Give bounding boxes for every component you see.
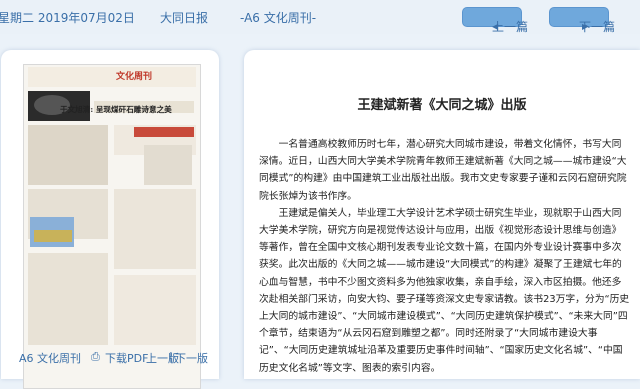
page-panel: 文化周刊 于文旭清: 呈现煤矸石雕诗意之美 A6 文化周刊 ⎙ 下载PDF 上一…: [1, 50, 219, 389]
article-paragraph: 一名普通高校教师历时七年，潜心研究大同城市建设，带着文化情怀，书写大同深情。近日…: [259, 139, 627, 202]
page-footer-links: A6 文化周刊 ⎙ 下载PDF 上一版 | 下一版: [1, 348, 219, 368]
issue-date: 星期二 2019年07月02日: [0, 11, 135, 25]
next-page-link[interactable]: 下一版: [175, 350, 208, 366]
link-separator: |: [169, 350, 173, 363]
article-body: 一名普通高校教师历时七年，潜心研究大同城市建设，带着文化情怀，书写大同深情。近日…: [259, 136, 631, 377]
pdf-icon: ⎙: [91, 350, 100, 363]
download-pdf-link[interactable]: 下载PDF: [105, 350, 148, 366]
article-title: 王建斌新著《大同之城》出版: [357, 98, 527, 113]
next-article-button[interactable]: 下一篇 ▶: [549, 7, 615, 34]
article-paragraph: 王建斌是偏关人，毕业理工大学设计艺术学硕士研究生毕业，现就职于山西大同大学美术学…: [259, 207, 630, 374]
article-panel: 王建斌新著《大同之城》出版 一名普通高校教师历时七年，潜心研究大同城市建设，带着…: [244, 50, 640, 379]
paper-name: 大同日报: [160, 11, 209, 25]
thumbnail-headline: 于文旭清: 呈现煤矸石雕诗意之美: [60, 105, 172, 114]
section-name: -A6 文化周刊-: [240, 11, 317, 25]
page-section-label: A6 文化周刊: [19, 352, 82, 365]
top-bar: 星期二 2019年07月02日 大同日报 -A6 文化周刊- ◀ 上一篇 下一篇 ▶: [0, 0, 640, 34]
newspaper-page-thumbnail[interactable]: 文化周刊 于文旭清: 呈现煤矸石雕诗意之美: [23, 64, 201, 389]
chevron-right-icon: ▶: [582, 22, 589, 31]
prev-article-button[interactable]: ◀ 上一篇: [462, 7, 528, 34]
thumbnail-masthead: 文化周刊: [116, 72, 153, 82]
